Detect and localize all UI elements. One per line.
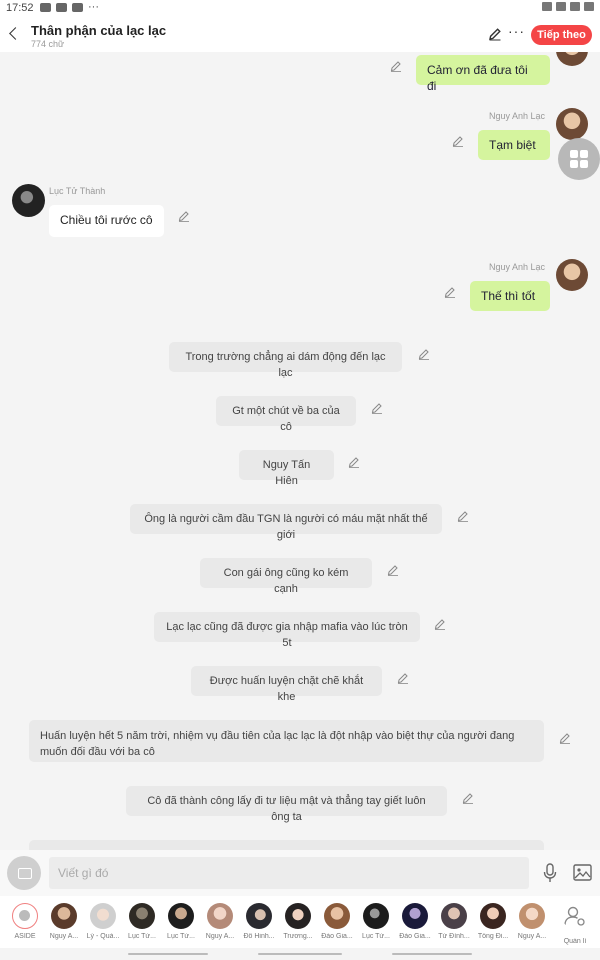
pencil-icon[interactable] (452, 135, 464, 147)
avatar (519, 903, 545, 929)
character-item[interactable]: Tống Đi... (474, 903, 512, 940)
battery-icon (584, 2, 594, 11)
nav-indicator (258, 953, 342, 955)
pencil-icon[interactable] (390, 60, 402, 72)
avatar (285, 903, 311, 929)
avatar (129, 903, 155, 929)
message-bubble-right[interactable]: Tạm biệt (478, 130, 550, 160)
avatar[interactable] (12, 184, 45, 217)
pencil-icon[interactable] (387, 564, 399, 576)
speaker-name: Nguy Anh Lạc (489, 111, 546, 121)
chat-area[interactable]: Cảm ơn đã đưa tôi đi Nguy Anh Lạc Tạm bi… (0, 52, 600, 850)
input-bar (0, 850, 600, 896)
character-item[interactable]: Trương... (279, 903, 317, 940)
status-time: 17:52 (6, 2, 34, 14)
character-bar: ASIDE Nguy A... Lý - Quả... Lục Tử... Lụ… (0, 896, 600, 948)
character-item[interactable]: Lục Tử... (162, 903, 200, 940)
message-bubble-left[interactable]: Chiều tôi rước cô (49, 205, 164, 237)
narration-bubble[interactable]: Nguy Tấn Hiên (239, 450, 334, 487)
character-item[interactable]: Lục Tử... (123, 903, 161, 940)
message-input[interactable] (49, 857, 529, 889)
status-bar: 17:52 ··· (0, 0, 600, 18)
narration-bubble[interactable]: Lạc lạc cũng đã được gia nhập mafia vào … (154, 612, 420, 649)
back-icon[interactable] (6, 24, 22, 44)
pencil-icon[interactable] (434, 618, 446, 630)
narration-bubble[interactable]: Huấn luyện hết 5 năm trời, nhiệm vụ đầu … (29, 720, 544, 762)
character-item[interactable]: Nguy A... (201, 903, 239, 940)
narration-bubble[interactable]: Cô đã thành công lấy đi tư liệu mật và t… (126, 786, 447, 823)
avatar (168, 903, 194, 929)
pencil-icon[interactable] (348, 456, 360, 468)
narration-bubble[interactable]: Được huấn luyện chặt chẽ khắt khe (191, 666, 382, 703)
nav-indicator (392, 953, 472, 955)
manage-characters-icon (562, 903, 588, 929)
more-icon[interactable]: ··· (508, 23, 525, 39)
avatar (51, 903, 77, 929)
avatar[interactable] (556, 108, 588, 140)
gallery-notification-icon (40, 3, 51, 12)
nav-indicator (128, 953, 208, 955)
app-notification-icon (72, 3, 83, 12)
more-notifications-icon: ··· (88, 1, 99, 13)
mute-icon (542, 2, 552, 11)
character-item[interactable]: Lý - Quả... (84, 903, 122, 940)
word-count: 774 chữ (31, 39, 65, 49)
pencil-icon[interactable] (371, 402, 383, 414)
pencil-icon[interactable] (397, 672, 409, 684)
aside-toggle-button[interactable] (7, 856, 41, 890)
character-item[interactable]: Nguy A... (45, 903, 83, 940)
speaker-name: Lục Tử Thành (49, 186, 106, 196)
character-item[interactable]: Đỗ Hinh... (240, 903, 278, 940)
pencil-icon[interactable] (457, 510, 469, 522)
system-icons (542, 2, 594, 11)
avatar (363, 903, 389, 929)
pencil-icon[interactable] (418, 348, 430, 360)
avatar (246, 903, 272, 929)
aside-icon (12, 903, 38, 929)
avatar (207, 903, 233, 929)
avatar[interactable] (556, 52, 588, 66)
next-button[interactable]: Tiếp theo (531, 25, 592, 45)
avatar (324, 903, 350, 929)
character-aside[interactable]: ASIDE (6, 903, 44, 940)
youtube-notification-icon (56, 3, 67, 12)
narration-bubble[interactable]: Ông là người cầm đầu TGN là người có máu… (130, 504, 442, 541)
avatar (90, 903, 116, 929)
character-item[interactable]: Đào Gia... (318, 903, 356, 940)
avatar (480, 903, 506, 929)
pencil-icon[interactable] (462, 792, 474, 804)
pencil-icon[interactable] (444, 286, 456, 298)
avatar (441, 903, 467, 929)
story-title: Thân phận của lạc lạc (31, 23, 167, 38)
character-manage[interactable]: Quản lí (556, 903, 594, 945)
signal-icon (570, 2, 580, 11)
avatar (402, 903, 428, 929)
narration-bubble[interactable]: Con gái ông cũng ko kém cạnh (200, 558, 372, 595)
message-bubble-right[interactable]: Cảm ơn đã đưa tôi đi (416, 55, 550, 93)
grid-menu-button[interactable] (558, 138, 600, 180)
message-bubble-right[interactable]: Thế thì tốt (470, 281, 550, 311)
image-icon[interactable] (573, 864, 592, 881)
character-item[interactable]: Lục Tử... (357, 903, 395, 940)
character-item[interactable]: Tử Đình... (435, 903, 473, 940)
wifi-icon (556, 2, 566, 11)
pencil-icon[interactable] (178, 210, 190, 222)
narration-bubble[interactable]: Gt một chút về ba của cô (216, 396, 356, 433)
narration-bubble[interactable]: Trong trường chẳng ai dám động đến lạc l… (169, 342, 402, 379)
header: Thân phận của lạc lạc 774 chữ ··· Tiếp t… (0, 18, 600, 52)
pencil-icon[interactable] (559, 732, 571, 744)
avatar[interactable] (556, 259, 588, 291)
edit-icon[interactable] (488, 27, 502, 41)
speaker-name: Nguy Anh Lạc (489, 262, 546, 272)
notification-icons: ··· (40, 1, 99, 13)
character-item[interactable]: Nguy A... (513, 903, 551, 940)
narration-bubble-partial[interactable] (29, 840, 544, 850)
character-item[interactable]: Đào Gia... (396, 903, 434, 940)
microphone-icon[interactable] (542, 863, 558, 883)
